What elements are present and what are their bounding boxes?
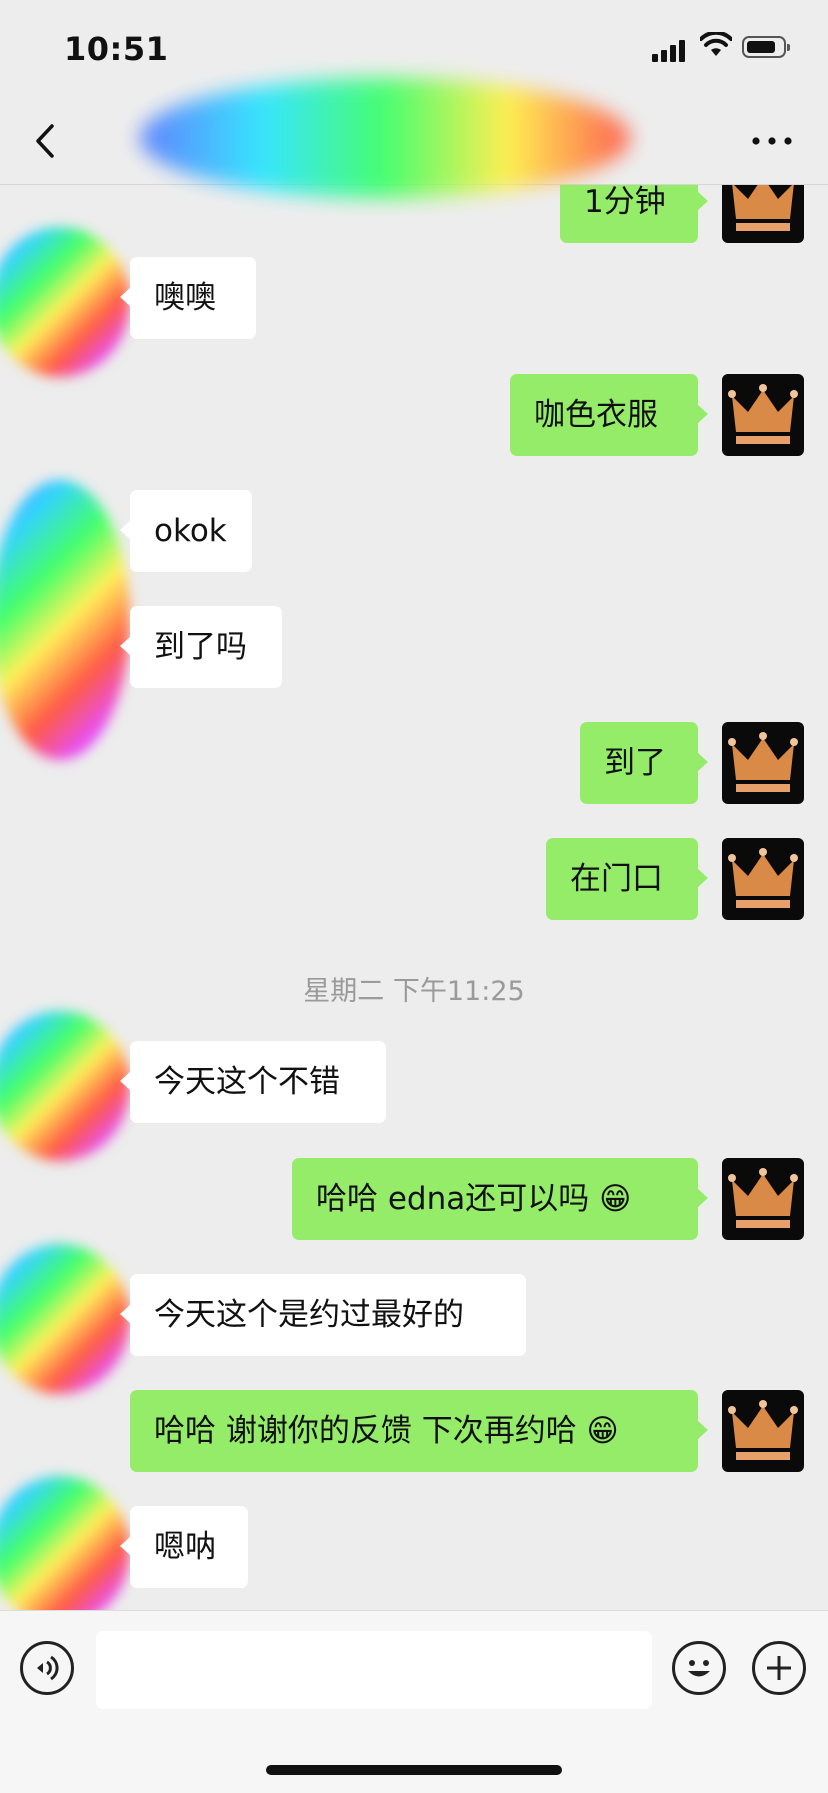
contact-avatar-redacted[interactable] (0, 227, 130, 377)
contact-avatar-redacted[interactable] (0, 1244, 130, 1394)
crown-avatar-icon[interactable] (722, 1158, 804, 1240)
crown-avatar-icon[interactable] (722, 374, 804, 456)
incoming-bubble[interactable]: 今天这个不错 (120, 1041, 386, 1123)
crown-avatar-icon[interactable] (722, 838, 804, 920)
outgoing-bubble[interactable]: 哈哈 谢谢你的反馈 下次再约哈 😁 (130, 1390, 708, 1472)
timestamp: 星期二 下午11:25 (303, 976, 525, 1007)
input-bar (0, 1610, 828, 1793)
outgoing-bubble[interactable]: 在门口 (546, 838, 708, 920)
more-icon[interactable] (746, 118, 798, 164)
incoming-bubble[interactable]: 今天这个是约过最好的 (120, 1274, 526, 1356)
crown-avatar-icon[interactable] (722, 722, 804, 804)
battery-icon (742, 36, 790, 58)
contact-avatar-redacted[interactable] (0, 1476, 130, 1610)
voice-icon[interactable] (20, 1641, 74, 1695)
incoming-bubble[interactable]: 噢噢 (120, 257, 256, 339)
status-time: 10:51 (64, 30, 169, 68)
wifi-icon (700, 32, 732, 56)
outgoing-bubble[interactable]: 1分钟 (560, 185, 708, 243)
contact-name-redacted (140, 78, 630, 198)
crown-avatar-icon[interactable] (722, 1390, 804, 1472)
crown-avatar-icon[interactable] (722, 185, 804, 243)
plus-icon[interactable] (752, 1641, 806, 1695)
contact-avatar-redacted[interactable] (0, 1011, 130, 1161)
outgoing-bubble[interactable]: 咖色衣服 (510, 374, 708, 456)
outgoing-bubble[interactable]: 哈哈 edna还可以吗 😁 (292, 1158, 708, 1240)
message-list[interactable]: 1分钟 噢噢 咖色衣服 okok 到了吗 到了 在门口 星期二 下午11:25 … (0, 185, 828, 1610)
incoming-bubble[interactable]: 到了吗 (120, 606, 282, 688)
home-indicator[interactable] (266, 1765, 562, 1775)
emoji-icon[interactable] (672, 1641, 726, 1695)
contact-avatar-redacted[interactable] (0, 480, 130, 760)
message-input[interactable] (96, 1631, 652, 1709)
cellular-signal-icon (652, 40, 686, 62)
outgoing-bubble[interactable]: 到了 (580, 722, 708, 804)
chevron-left-icon[interactable] (28, 118, 68, 164)
incoming-bubble[interactable]: 嗯呐 (120, 1506, 248, 1588)
incoming-bubble[interactable]: okok (120, 490, 252, 572)
chat-header (0, 78, 828, 198)
